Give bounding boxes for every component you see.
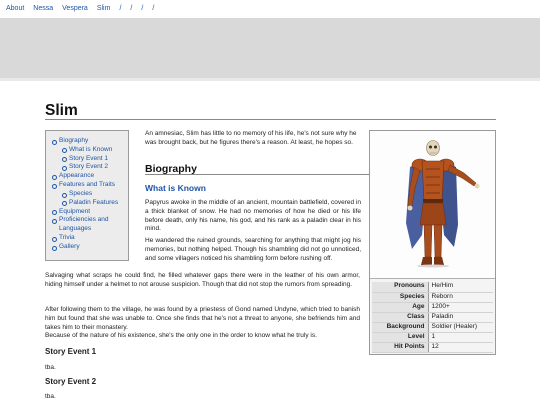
- nav-link-separator[interactable]: /: [141, 4, 143, 13]
- toc-item: Appearance: [50, 172, 125, 181]
- header-banner: [0, 18, 540, 81]
- table-row: Pronouns He/Him: [372, 282, 493, 293]
- body-paragraph: After following them to the village, he …: [45, 306, 360, 331]
- toc-item: Trivia: [50, 234, 125, 243]
- character-figure-image: [406, 140, 480, 268]
- table-row: Species Reborn: [372, 292, 493, 303]
- stat-value: Reborn: [428, 292, 493, 303]
- stat-value: 1: [428, 332, 493, 343]
- nav-link-nessa[interactable]: Nessa: [33, 4, 53, 13]
- stat-label: Age: [372, 302, 429, 313]
- stat-label: Class: [372, 312, 429, 323]
- stat-value: 1200+: [428, 302, 493, 313]
- story-event-2-heading: Story Event 2: [45, 377, 97, 386]
- toc-link-paladin-features[interactable]: Paladin Features: [69, 199, 118, 206]
- body-paragraph: Salvaging what scraps he could find, he …: [45, 272, 360, 288]
- toc-link-story-event-1[interactable]: Story Event 1: [69, 155, 108, 162]
- stat-value: Paladin: [428, 312, 493, 323]
- toc-item: Species: [50, 190, 125, 199]
- toc-item: Features and Traits: [50, 181, 125, 190]
- character-infobox: Pronouns He/Him Species Reborn Age 1200+ Cl…: [369, 130, 496, 355]
- title-divider: [45, 119, 496, 120]
- toc-link-appearance[interactable]: Appearance: [59, 172, 94, 179]
- toc-item: Story Event 1: [50, 155, 125, 164]
- table-row: Background Soldier (Healer): [372, 322, 493, 333]
- table-row: Hit Points 12: [372, 342, 493, 353]
- toc-item: Biography: [50, 137, 125, 146]
- character-stats-table: Pronouns He/Him Species Reborn Age 1200+ Cl…: [372, 282, 493, 353]
- toc-link-story-event-2[interactable]: Story Event 2: [69, 163, 108, 170]
- toc-link-trivia[interactable]: Trivia: [59, 234, 75, 241]
- toc-link-species[interactable]: Species: [69, 190, 92, 197]
- body-paragraph: Papyrus awoke in the middle of an ancien…: [145, 199, 361, 233]
- story-event-2-text: tba.: [45, 393, 56, 400]
- stat-label: Hit Points: [372, 342, 429, 353]
- character-portrait[interactable]: [370, 131, 495, 279]
- biography-divider: [145, 174, 369, 175]
- toc-link-features-and-traits[interactable]: Features and Traits: [59, 181, 115, 188]
- nav-link-about[interactable]: About: [6, 4, 24, 13]
- stat-value: Soldier (Healer): [428, 322, 493, 333]
- stat-label: Species: [372, 292, 429, 303]
- body-paragraph: Because of the nature of his existence, …: [45, 332, 317, 339]
- toc-item: Story Event 2: [50, 163, 125, 172]
- intro-paragraph: An amnesiac, Slim has little to no memor…: [145, 130, 357, 146]
- toc-link-equipment[interactable]: Equipment: [59, 208, 90, 215]
- toc-item: Proficiencies and Languages: [50, 216, 125, 234]
- toc-item: Equipment: [50, 208, 125, 217]
- table-row: Age 1200+: [372, 302, 493, 313]
- nav-link-vespera[interactable]: Vespera: [62, 4, 88, 13]
- toc-link-gallery[interactable]: Gallery: [59, 243, 80, 250]
- table-row: Level 1: [372, 332, 493, 343]
- toc-item: Paladin Features: [50, 199, 125, 208]
- what-is-known-heading: What is Known: [145, 183, 206, 193]
- toc-item: Gallery: [50, 243, 125, 252]
- toc-link-biography[interactable]: Biography: [59, 137, 88, 144]
- nav-link-slim[interactable]: Slim: [97, 4, 111, 13]
- nav-link-separator[interactable]: /: [119, 4, 121, 13]
- body-paragraph: He wandered the ruined grounds, searchin…: [145, 237, 361, 262]
- stat-label: Pronouns: [372, 282, 429, 293]
- toc-item: What is Known: [50, 146, 125, 155]
- stat-label: Level: [372, 332, 429, 343]
- story-event-1-text: tba.: [45, 364, 56, 371]
- toc-link-proficiencies[interactable]: Proficiencies and Languages: [59, 216, 109, 232]
- toc-link-what-is-known[interactable]: What is Known: [69, 146, 112, 153]
- top-nav: About Nessa Vespera Slim / / / /: [0, 0, 540, 18]
- table-of-contents: Biography What is Known Story Event 1 St…: [45, 130, 129, 261]
- stat-value: He/Him: [428, 282, 493, 293]
- story-event-1-heading: Story Event 1: [45, 347, 97, 356]
- stat-value: 12: [428, 342, 493, 353]
- nav-link-separator[interactable]: /: [130, 4, 132, 13]
- stat-label: Background: [372, 322, 429, 333]
- nav-link-separator[interactable]: /: [152, 4, 154, 13]
- table-row: Class Paladin: [372, 312, 493, 323]
